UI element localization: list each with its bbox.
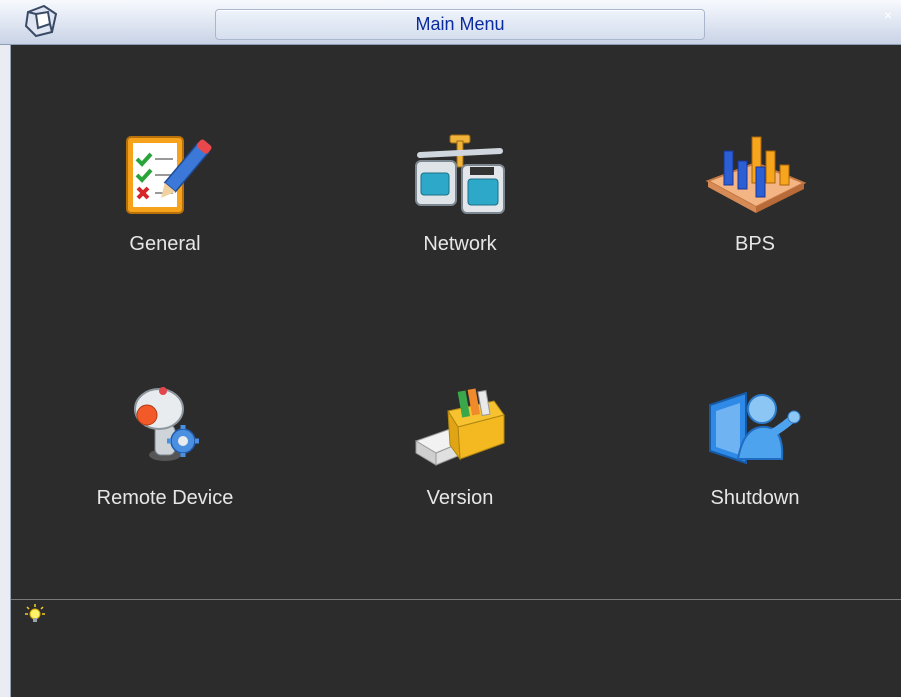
bps-icon [705, 136, 807, 213]
network-icon [415, 134, 505, 214]
lightbulb-icon [25, 604, 45, 622]
title-bar: Main Menu × [0, 0, 901, 45]
menu-label-remote-device: Remote Device [96, 487, 234, 509]
menu-item-version[interactable]: Version [350, 385, 570, 535]
menu-item-bps[interactable]: BPS [645, 131, 865, 281]
remote-device-icon [134, 387, 199, 461]
general-icon [126, 136, 212, 214]
title-pill: Main Menu [215, 9, 705, 40]
status-divider [11, 599, 901, 600]
menu-item-network[interactable]: Network [350, 131, 570, 281]
menu-label-version: Version [426, 487, 494, 509]
menu-label-network: Network [423, 233, 497, 255]
menu-item-remote-device[interactable]: Remote Device [55, 385, 275, 535]
menu-label-bps: BPS [734, 233, 776, 255]
close-button[interactable]: × [881, 8, 895, 22]
menu-label-shutdown: Shutdown [710, 487, 800, 509]
left-frame [0, 45, 11, 697]
menu-label-general: General [129, 233, 201, 255]
window-title: Main Menu [415, 14, 505, 34]
menu-item-general[interactable]: General [55, 131, 275, 281]
main-menu-window: Main Menu × General Network BPS Remote D… [0, 0, 901, 697]
shutdown-icon [709, 391, 801, 465]
version-icon [414, 388, 505, 466]
menu-item-shutdown[interactable]: Shutdown [645, 385, 865, 535]
app-logo-icon [24, 4, 58, 38]
